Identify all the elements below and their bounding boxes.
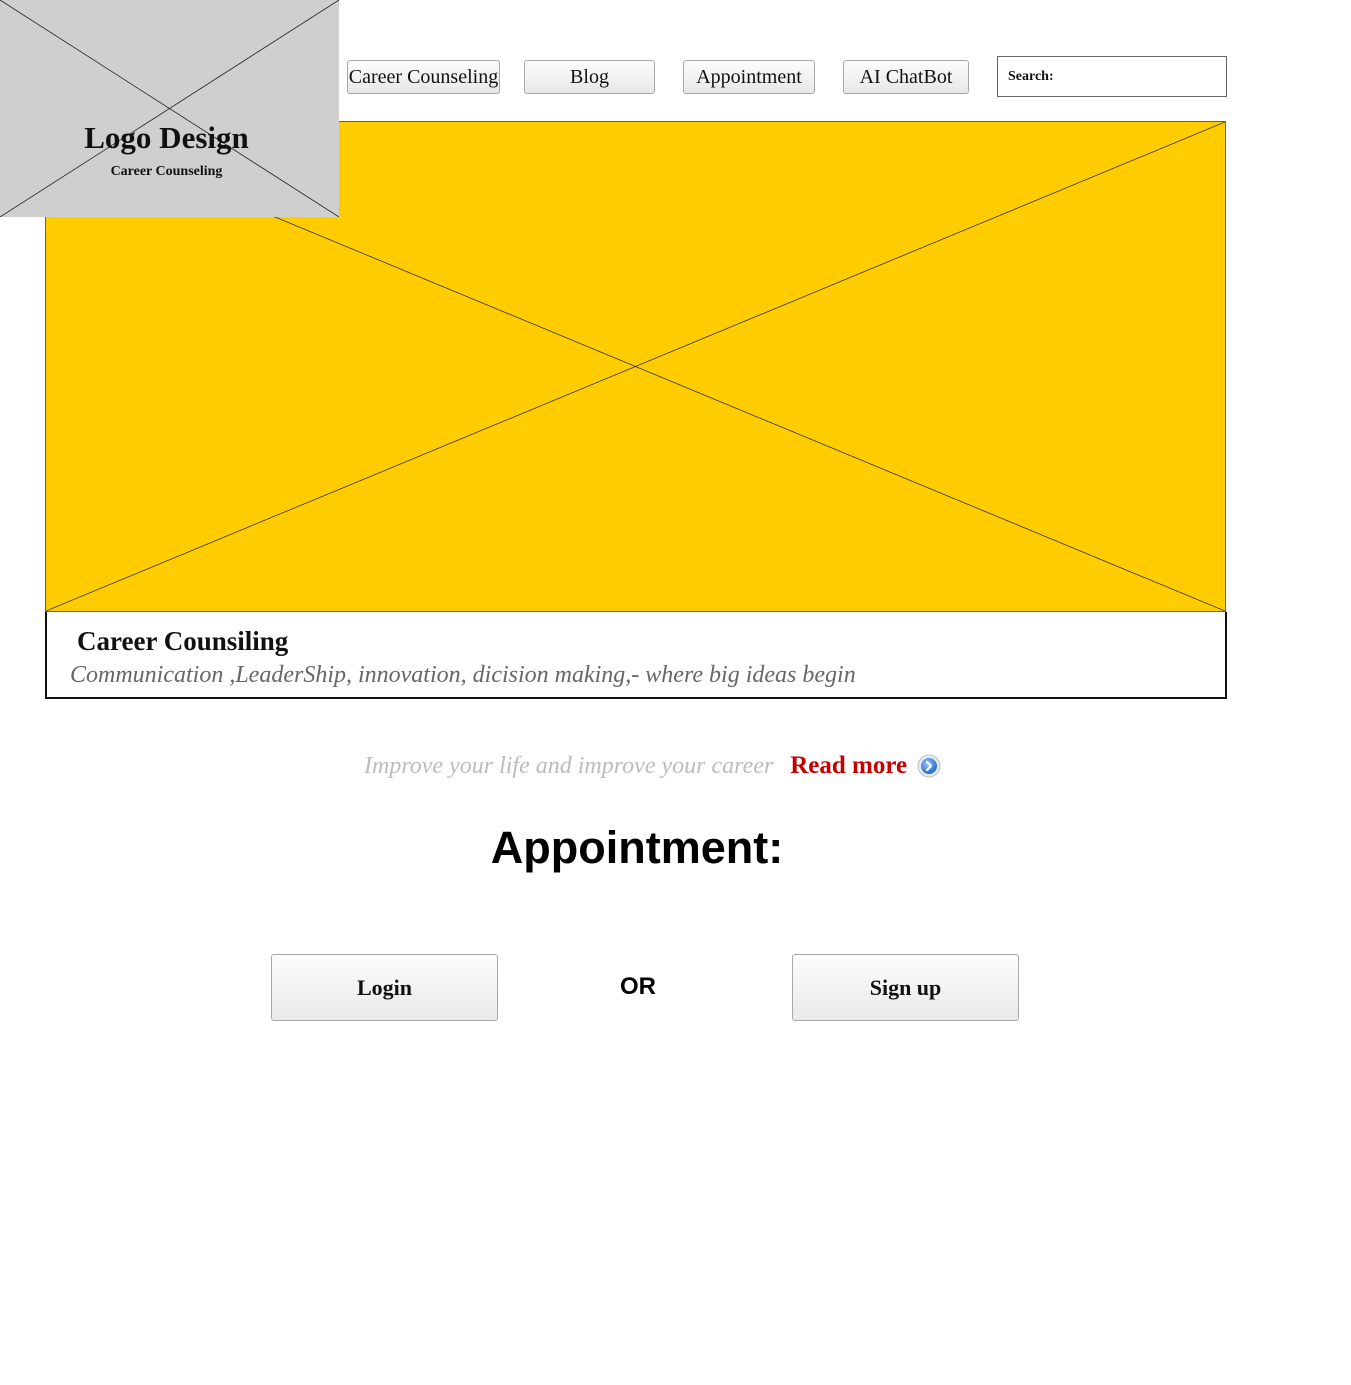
hero-caption: Career Counsiling Communication ,LeaderS…	[45, 612, 1227, 699]
logo-subtitle: Career Counseling	[110, 164, 223, 179]
hero-subtitle: Communication ,LeaderShip, innovation, d…	[70, 662, 856, 688]
search-label: Search:	[1008, 69, 1054, 84]
login-button[interactable]: Login	[271, 954, 498, 1021]
signup-button[interactable]: Sign up	[792, 954, 1019, 1021]
nav-career-counseling-button[interactable]: Career Counseling	[347, 60, 500, 94]
chevron-right-circle-icon[interactable]	[917, 754, 941, 778]
placeholder-cross-icon	[0, 0, 339, 217]
nav-ai-chatbot-button[interactable]: AI ChatBot	[843, 60, 969, 94]
hero-title: Career Counsiling	[77, 626, 289, 656]
logo-title: Logo Design	[84, 120, 249, 155]
nav-appointment-button[interactable]: Appointment	[683, 60, 815, 94]
nav-blog-button[interactable]: Blog	[524, 60, 655, 94]
read-more-link[interactable]: Read more	[790, 752, 907, 780]
or-separator: OR	[620, 973, 656, 1000]
search-box: Search:	[997, 56, 1227, 97]
tagline-row: Improve your life and improve your caree…	[364, 750, 941, 782]
page: Career Counsiling Communication ,LeaderS…	[0, 0, 1351, 1385]
tagline-text: Improve your life and improve your caree…	[364, 752, 774, 779]
appointment-heading: Appointment:	[490, 822, 784, 873]
logo[interactable]: Logo Design Career Counseling	[0, 0, 339, 217]
search-input[interactable]	[1064, 65, 1222, 91]
